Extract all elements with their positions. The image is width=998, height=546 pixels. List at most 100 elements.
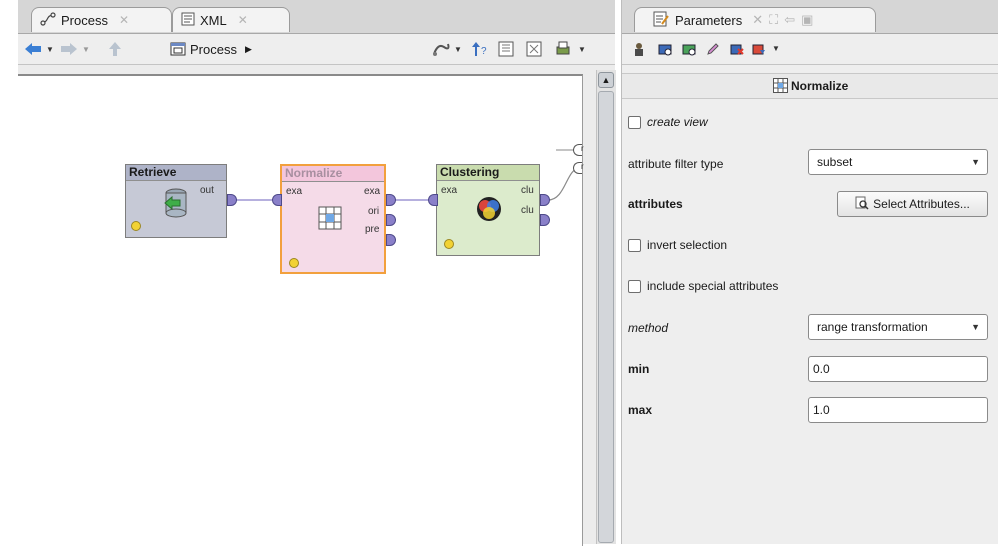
breadcrumb[interactable]: Process ▶ <box>170 40 252 58</box>
select-attributes-label: Select Attributes... <box>873 197 970 211</box>
include-special-attributes-checkbox[interactable] <box>628 279 641 293</box>
result-port-label: r <box>581 162 584 171</box>
chevron-down-icon[interactable]: ▼ <box>82 45 90 54</box>
svg-text:?: ? <box>481 46 487 57</box>
fit-icon <box>526 41 542 57</box>
create-view-checkbox-row[interactable]: create view <box>628 115 708 129</box>
print-icon <box>556 41 570 55</box>
detach-icon[interactable]: ▣ <box>801 12 813 28</box>
restore-icon[interactable]: ⇦ <box>784 12 795 28</box>
parameters-tab-strip: Parameters ✕ ⛶ ⇦ ▣ <box>622 0 998 34</box>
operator-title: Clustering <box>437 165 539 181</box>
create-view-label: create view <box>647 115 708 129</box>
operator-name: Normalize <box>790 79 849 93</box>
scrollbar-thumb[interactable] <box>598 91 614 543</box>
port-label: clu <box>521 185 534 196</box>
operator-info-icon[interactable] <box>752 42 766 56</box>
chevron-down-icon[interactable]: ▼ <box>46 45 54 54</box>
create-view-checkbox[interactable] <box>628 115 641 129</box>
expert-mode-icon[interactable] <box>632 42 646 56</box>
parameters-toolbar: ▼ <box>622 34 998 65</box>
process-icon <box>40 11 56 29</box>
attribute-filter-type-value: subset <box>817 155 853 169</box>
editor-tab-strip: Process ✕ XML ✕ <box>18 0 615 34</box>
operator-clustering[interactable]: Clustering exa clu clu <box>436 164 540 256</box>
port-label: exa <box>364 186 381 197</box>
process-canvas[interactable]: Retrieve out Normalize exa exa ori pre C… <box>18 74 584 546</box>
arrow-up-icon <box>109 42 121 56</box>
method-select[interactable]: range transformation ▼ <box>808 314 988 340</box>
max-input[interactable]: 1.0 <box>808 397 988 423</box>
method-label: method <box>628 321 669 335</box>
attribute-filter-type-label: attribute filter type <box>628 157 724 171</box>
delete-operator-icon[interactable] <box>730 42 744 56</box>
port-label: exa <box>286 186 303 197</box>
chevron-down-icon: ▼ <box>971 157 980 167</box>
invert-selection-checkbox-row[interactable]: invert selection <box>628 238 727 252</box>
breadcrumb-process[interactable]: Process <box>190 42 237 57</box>
reorder-icon: ? <box>472 42 487 57</box>
arrow-left-icon <box>25 43 41 55</box>
maximize-icon[interactable]: ⛶ <box>769 12 778 28</box>
arrange-icon <box>498 41 514 57</box>
rename-icon[interactable] <box>706 42 720 56</box>
tab-process[interactable]: Process ✕ <box>31 7 172 32</box>
scroll-up-button[interactable]: ▲ <box>598 72 614 88</box>
arrow-right-icon <box>61 43 77 55</box>
input-port[interactable] <box>272 194 282 206</box>
arrange-button[interactable] <box>498 40 514 58</box>
input-port[interactable] <box>428 194 438 206</box>
process-editor-panel: Process ✕ XML ✕ ▼ ▼ Process ▶ ▼ ? ▼ Retr… <box>18 0 616 546</box>
chevron-down-icon[interactable]: ▼ <box>772 44 780 53</box>
editor-toolbar: ▼ ▼ Process ▶ ▼ ? ▼ <box>18 34 615 65</box>
enable-operator-icon[interactable] <box>682 42 696 56</box>
tab-xml-label: XML <box>200 12 227 28</box>
forward-button[interactable]: ▼ <box>60 40 90 58</box>
include-special-attributes-checkbox-row[interactable]: include special attributes <box>628 279 778 293</box>
back-button[interactable]: ▼ <box>24 40 54 58</box>
database-icon <box>160 187 192 222</box>
vertical-scrollbar[interactable]: ▲ <box>596 70 616 544</box>
close-icon[interactable]: ✕ <box>752 12 763 28</box>
invert-selection-label: invert selection <box>647 238 728 252</box>
close-icon[interactable]: ✕ <box>119 13 129 27</box>
port-label: ori <box>368 206 380 217</box>
chevron-down-icon[interactable]: ▼ <box>454 45 462 54</box>
order-operators-button[interactable]: ? <box>472 40 490 58</box>
tab-process-label: Process <box>61 12 108 28</box>
attributes-label: attributes <box>628 197 683 211</box>
process-frame-icon <box>170 42 186 56</box>
tab-parameters-label: Parameters <box>675 12 743 28</box>
result-port-label: r <box>581 144 584 153</box>
normalize-grid-icon <box>772 78 791 93</box>
operator-title: Normalize <box>282 166 384 182</box>
port-label: pre <box>365 224 380 235</box>
port-label: clu <box>521 205 534 216</box>
chevron-down-icon[interactable]: ▼ <box>578 45 586 54</box>
min-label: min <box>628 362 650 376</box>
close-icon[interactable]: ✕ <box>238 13 248 27</box>
chevron-right-icon[interactable]: ▶ <box>245 44 252 55</box>
fit-button[interactable] <box>526 40 542 58</box>
status-indicator <box>444 239 454 249</box>
auto-wire-button[interactable]: ▼ <box>432 40 462 58</box>
parameters-panel: Parameters ✕ ⛶ ⇦ ▣ ▼ Normalize create vi… <box>621 0 998 544</box>
tab-xml[interactable]: XML ✕ <box>172 7 290 32</box>
status-indicator <box>131 221 141 231</box>
toggle-breakpoint-icon[interactable] <box>658 42 672 56</box>
xml-icon <box>181 12 195 29</box>
print-button[interactable]: ▼ <box>554 40 586 58</box>
max-label: max <box>628 403 653 417</box>
up-button[interactable] <box>108 40 122 58</box>
clustering-icon <box>475 195 503 226</box>
chevron-down-icon: ▼ <box>971 322 980 332</box>
normalize-grid-icon <box>318 206 342 233</box>
operator-retrieve[interactable]: Retrieve out <box>125 164 227 238</box>
operator-normalize[interactable]: Normalize exa exa ori pre <box>280 164 386 274</box>
min-input[interactable]: 0.0 <box>808 356 988 382</box>
magnifier-icon <box>855 196 869 213</box>
tab-parameters[interactable]: Parameters ✕ ⛶ ⇦ ▣ <box>634 7 876 32</box>
invert-selection-checkbox[interactable] <box>628 238 641 252</box>
attribute-filter-type-select[interactable]: subset ▼ <box>808 149 988 175</box>
select-attributes-button[interactable]: Select Attributes... <box>837 191 988 217</box>
